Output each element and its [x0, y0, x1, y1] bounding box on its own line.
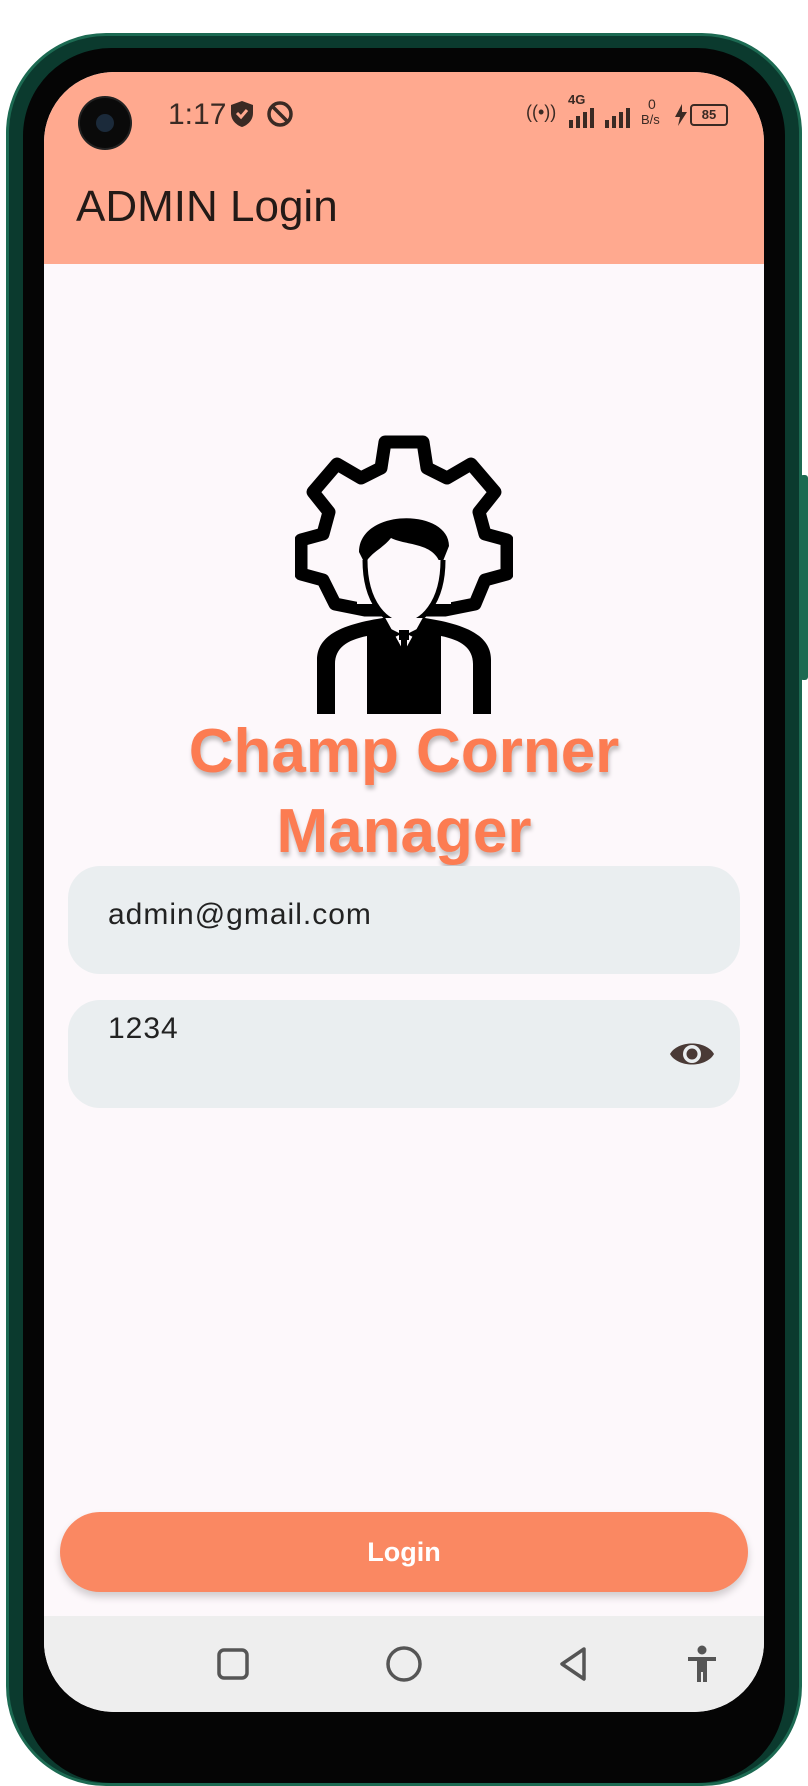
net-speed-unit: B/s — [641, 112, 660, 127]
circle-icon[interactable] — [382, 1642, 426, 1686]
navigation-bar — [44, 1616, 764, 1712]
password-field[interactable]: 1234 — [68, 1000, 740, 1108]
back-triangle-icon[interactable] — [552, 1642, 596, 1686]
accessibility-icon[interactable] — [680, 1642, 724, 1686]
net-speed-value: 0 — [648, 96, 656, 112]
screen: 1:17 ((•)) 4G 0 B/s 85 ADMIN Login Champ… — [44, 72, 764, 1712]
dnd-icon — [267, 101, 293, 127]
shield-icon — [231, 101, 253, 127]
status-bar: 1:17 ((•)) 4G 0 B/s 85 — [44, 72, 764, 162]
square-icon[interactable] — [211, 1642, 255, 1686]
app-name-line1: Champ Corner — [188, 717, 620, 786]
app-bar: 1:17 ((•)) 4G 0 B/s 85 ADMIN Login — [44, 72, 764, 264]
app-name-line2: Manager — [276, 797, 532, 866]
eye-icon[interactable] — [668, 1030, 716, 1078]
status-time: 1:17 — [168, 98, 227, 131]
password-value: 1234 — [108, 1012, 179, 1045]
network-type: 4G — [568, 92, 586, 107]
charging-icon — [675, 104, 687, 126]
camera-cutout — [80, 98, 130, 148]
battery-icon: 85 — [690, 104, 728, 126]
email-value: admin@gmail.com — [108, 898, 372, 931]
admin-gear-person-icon — [295, 435, 513, 714]
email-field[interactable]: admin@gmail.com — [68, 866, 740, 974]
signal-icon — [569, 108, 594, 128]
signal-icon — [605, 108, 630, 128]
power-button — [800, 475, 808, 680]
page-title: ADMIN Login — [76, 182, 338, 231]
app-name: Champ Corner Manager — [44, 712, 764, 872]
login-button[interactable]: Login — [60, 1512, 748, 1592]
hotspot-icon: ((•)) — [526, 102, 557, 122]
